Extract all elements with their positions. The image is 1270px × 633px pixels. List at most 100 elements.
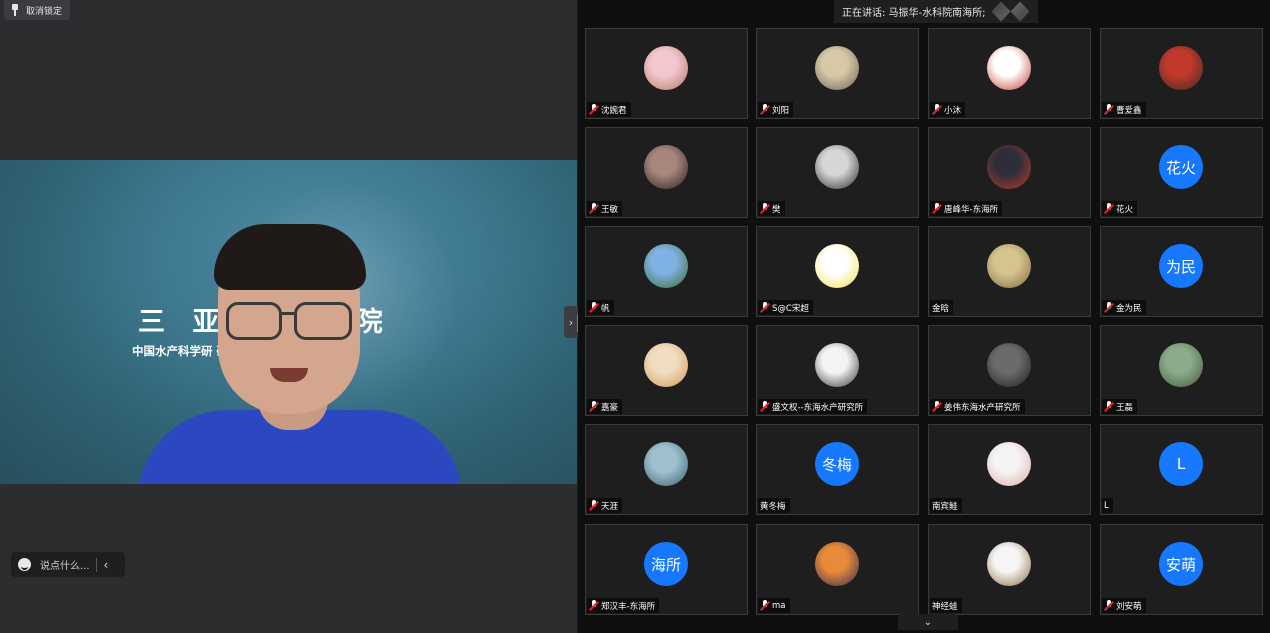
participant-tile[interactable]: 海所 郑汉丰-东海所 bbox=[585, 524, 748, 615]
participant-name: 金为民 bbox=[1116, 303, 1142, 314]
mic-muted-icon bbox=[760, 600, 770, 611]
mic-muted-icon bbox=[760, 401, 770, 412]
avatar bbox=[815, 46, 859, 90]
participant-name: 姜伟东海水产研究所 bbox=[944, 402, 1021, 413]
mic-muted-icon bbox=[1104, 203, 1114, 214]
participant-tile[interactable]: 天涯 bbox=[585, 424, 748, 515]
mic-muted-icon bbox=[1104, 600, 1114, 611]
participant-tile[interactable]: 安萌刘安萌 bbox=[1100, 524, 1263, 615]
participant-name: 南宾鲑 bbox=[932, 501, 958, 512]
avatar bbox=[987, 46, 1031, 90]
avatar: 冬梅 bbox=[815, 442, 859, 486]
participant-nameplate: 王敏 bbox=[587, 201, 623, 216]
chevron-left-icon[interactable]: ‹ bbox=[104, 558, 109, 572]
participant-nameplate: ma bbox=[758, 598, 790, 613]
participant-name: 樊 bbox=[772, 204, 781, 215]
mic-muted-icon bbox=[589, 401, 599, 412]
avatar: 安萌 bbox=[1159, 542, 1203, 586]
participant-tile[interactable]: 盛文权--东海水产研究所 bbox=[756, 325, 919, 416]
participant-tile[interactable]: ma bbox=[756, 524, 919, 615]
participant-name: 帆 bbox=[601, 303, 610, 314]
participant-name: 天涯 bbox=[601, 501, 619, 512]
participant-name: 刘安萌 bbox=[1116, 601, 1142, 612]
mic-muted-icon bbox=[589, 302, 599, 313]
mic-muted-icon bbox=[760, 302, 770, 313]
participant-tile[interactable]: 金晗 bbox=[928, 226, 1091, 317]
participant-nameplate: 南宾鲑 bbox=[930, 498, 962, 513]
participant-name: 神经蛙 bbox=[932, 601, 958, 612]
chat-placeholder: 说点什么... bbox=[40, 561, 90, 572]
emoji-icon[interactable] bbox=[18, 558, 31, 571]
participant-nameplate: 唐峰华-东海所 bbox=[930, 201, 1003, 216]
participant-tile[interactable]: 神经蛙 bbox=[928, 524, 1091, 615]
participant-nameplate: 樊 bbox=[758, 201, 785, 216]
avatar: 为民 bbox=[1159, 244, 1203, 288]
participant-nameplate: 王磊 bbox=[1102, 399, 1138, 414]
participant-tile[interactable]: 小沐 bbox=[928, 28, 1091, 119]
unpin-label: 取消锁定 bbox=[26, 6, 63, 17]
chevron-down-icon: ⌄ bbox=[923, 616, 933, 628]
participant-name: 曹爱鑫 bbox=[1116, 105, 1142, 116]
participant-tile[interactable]: 王敏 bbox=[585, 127, 748, 218]
participant-name: 王敏 bbox=[601, 204, 619, 215]
avatar bbox=[1159, 343, 1203, 387]
participant-nameplate: 帆 bbox=[587, 300, 614, 315]
participant-name: S@C宋超 bbox=[772, 303, 809, 314]
participant-nameplate: 金为民 bbox=[1102, 300, 1146, 315]
participant-name: 金晗 bbox=[932, 303, 950, 314]
participant-tile[interactable]: 王磊 bbox=[1100, 325, 1263, 416]
participant-nameplate: 神经蛙 bbox=[930, 598, 962, 613]
avatar: 花火 bbox=[1159, 145, 1203, 189]
chat-input[interactable]: 说点什么... ‹ bbox=[11, 552, 125, 577]
avatar bbox=[987, 343, 1031, 387]
mic-muted-icon bbox=[760, 104, 770, 115]
collapse-panel-button[interactable]: › bbox=[564, 306, 578, 338]
expand-gallery-button[interactable]: ⌄ bbox=[898, 614, 958, 630]
participant-tile[interactable]: 为民金为民 bbox=[1100, 226, 1263, 317]
participant-nameplate: 刘阳 bbox=[758, 102, 794, 117]
speaking-indicator: 正在讲话: 马振华-水科院南海所; bbox=[834, 0, 1038, 23]
avatar bbox=[815, 343, 859, 387]
participant-name: 小沐 bbox=[944, 105, 962, 116]
avatar bbox=[644, 145, 688, 189]
participant-name: 花火 bbox=[1116, 204, 1134, 215]
participant-tile[interactable]: 南宾鲑 bbox=[928, 424, 1091, 515]
participant-nameplate: 刘安萌 bbox=[1102, 598, 1146, 613]
participant-nameplate: 盛文权--东海水产研究所 bbox=[758, 399, 868, 414]
participant-name: 王磊 bbox=[1116, 402, 1134, 413]
participant-tile[interactable]: LL bbox=[1100, 424, 1263, 515]
participant-tile[interactable]: 樊 bbox=[756, 127, 919, 218]
speaker-video: 三 亚 热 究 院 中国水产科学研 研究开发中心 bbox=[0, 160, 577, 484]
participant-name: 盛文权--东海水产研究所 bbox=[772, 402, 864, 413]
avatar bbox=[644, 244, 688, 288]
meeting-window: 取消锁定 三 亚 热 究 院 中国水产科学研 研究开发中心 说点什么... bbox=[0, 0, 1270, 633]
participant-nameplate: 嘉豪 bbox=[587, 399, 623, 414]
participant-nameplate: 郑汉丰-东海所 bbox=[587, 598, 660, 613]
participant-nameplate: 黄冬梅 bbox=[758, 498, 790, 513]
avatar bbox=[815, 145, 859, 189]
avatar bbox=[987, 542, 1031, 586]
participant-nameplate: 花火 bbox=[1102, 201, 1138, 216]
participant-gallery: 正在讲话: 马振华-水科院南海所; 沈婉君 刘阳 小沐 曹爱鑫王敏 樊 唐峰华-东海所 花火… bbox=[578, 0, 1270, 633]
participant-tile[interactable]: 刘阳 bbox=[756, 28, 919, 119]
participant-tile[interactable]: 沈婉君 bbox=[585, 28, 748, 119]
mic-muted-icon bbox=[1104, 302, 1114, 313]
speaker-person bbox=[130, 220, 470, 484]
participant-name: ma bbox=[772, 600, 786, 611]
participant-tile[interactable]: 姜伟东海水产研究所 bbox=[928, 325, 1091, 416]
participant-tile[interactable]: 冬梅黄冬梅 bbox=[756, 424, 919, 515]
participant-tile[interactable]: 帆 bbox=[585, 226, 748, 317]
participant-nameplate: 金晗 bbox=[930, 300, 954, 315]
mic-muted-icon bbox=[760, 203, 770, 214]
mic-muted-icon bbox=[589, 500, 599, 511]
avatar bbox=[644, 46, 688, 90]
mic-muted-icon bbox=[589, 104, 599, 115]
participant-tile[interactable]: 嘉豪 bbox=[585, 325, 748, 416]
participant-tile[interactable]: S@C宋超 bbox=[756, 226, 919, 317]
participant-tile[interactable]: 唐峰华-东海所 bbox=[928, 127, 1091, 218]
participant-tile[interactable]: 曹爱鑫 bbox=[1100, 28, 1263, 119]
unpin-button[interactable]: 取消锁定 bbox=[4, 0, 71, 20]
speaking-label: 正在讲话: 马振华-水科院南海所; bbox=[842, 8, 986, 19]
participant-tile[interactable]: 花火 花火 bbox=[1100, 127, 1263, 218]
mic-muted-icon bbox=[1104, 104, 1114, 115]
